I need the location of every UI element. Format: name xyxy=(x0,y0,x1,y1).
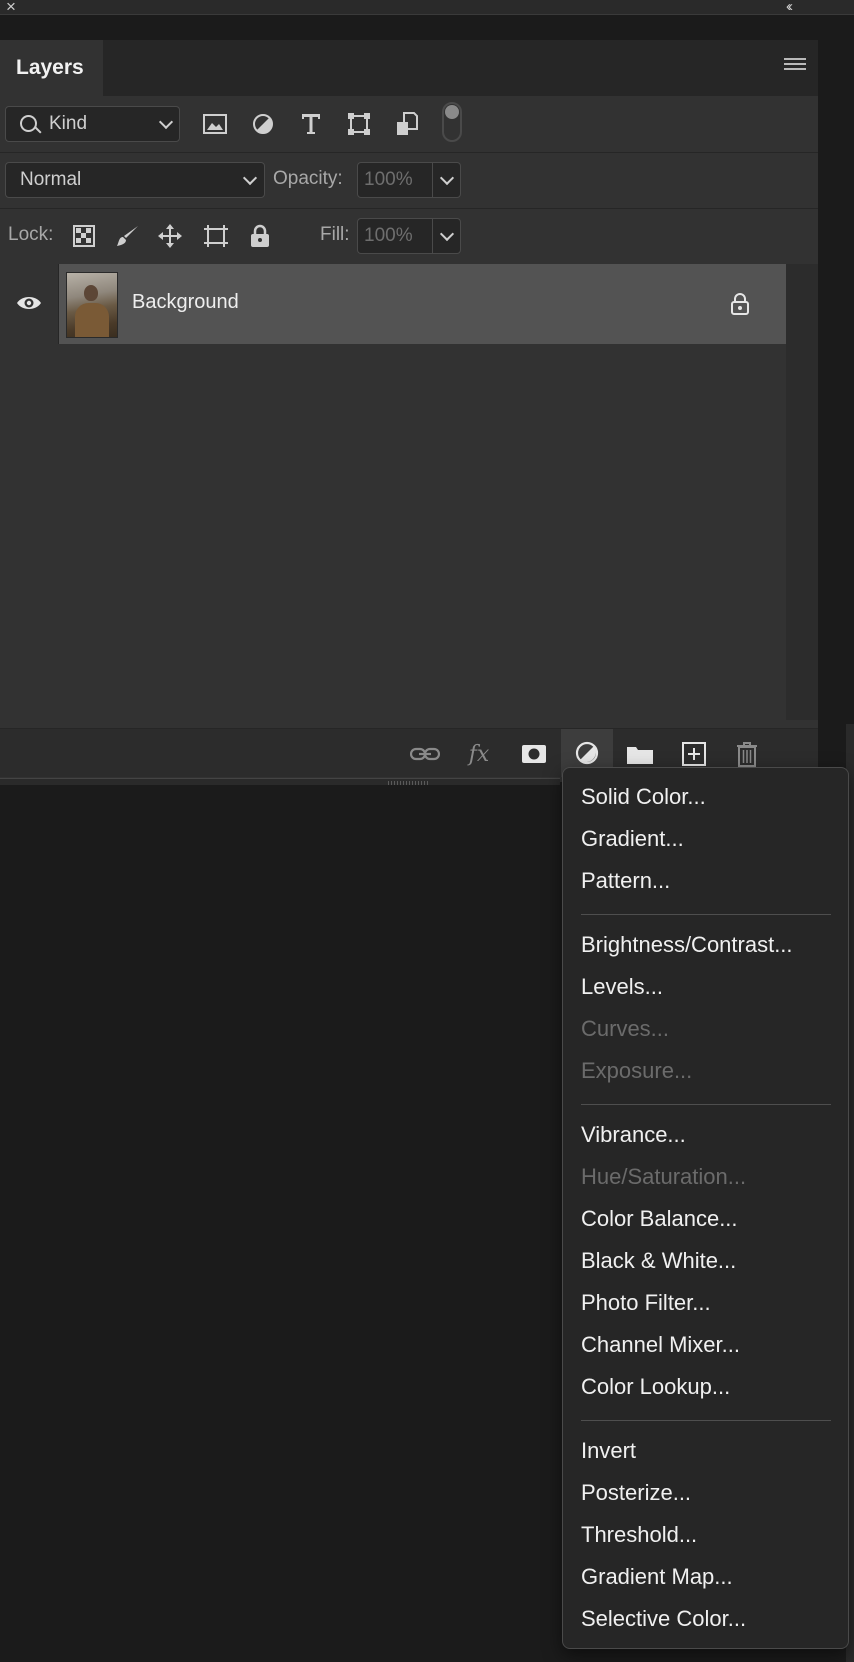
add-mask-icon[interactable] xyxy=(518,739,550,769)
menu-item-black-white[interactable]: Black & White... xyxy=(581,1248,736,1274)
kind-filter-select[interactable]: Kind xyxy=(5,106,180,142)
lock-position-move-icon[interactable] xyxy=(156,222,184,250)
visibility-toggle[interactable] xyxy=(0,264,59,344)
layers-panel: Layers Kind Normal Opacity: 100% Lock: F… xyxy=(0,40,818,782)
menu-item-posterize[interactable]: Posterize... xyxy=(581,1480,691,1506)
menu-item-selective-color[interactable]: Selective Color... xyxy=(581,1606,746,1632)
blend-row: Normal Opacity: 100% xyxy=(0,152,818,209)
chevron-down-icon xyxy=(242,170,258,186)
shape-layer-filter-icon[interactable] xyxy=(345,110,373,138)
layers-scrollbar[interactable] xyxy=(786,264,818,720)
blend-mode-label: Normal xyxy=(20,169,82,190)
menu-item-vibrance[interactable]: Vibrance... xyxy=(581,1122,686,1148)
menu-item-pattern[interactable]: Pattern... xyxy=(581,868,670,894)
fill-field[interactable]: 100% xyxy=(357,218,461,254)
filter-toggle[interactable] xyxy=(442,102,462,142)
adjustment-layer-menu: Solid Color... Gradient... Pattern... Br… xyxy=(562,767,849,1649)
menu-item-threshold[interactable]: Threshold... xyxy=(581,1522,697,1548)
lock-label: Lock: xyxy=(8,224,54,245)
menu-item-brightness-contrast[interactable]: Brightness/Contrast... xyxy=(581,932,793,958)
menu-item-photo-filter[interactable]: Photo Filter... xyxy=(581,1290,711,1316)
new-layer-icon[interactable] xyxy=(678,739,710,769)
menu-item-levels[interactable]: Levels... xyxy=(581,974,663,1000)
filter-row: Kind xyxy=(0,96,818,153)
pixel-layer-filter-icon[interactable] xyxy=(201,110,229,138)
menu-item-exposure: Exposure... xyxy=(581,1058,693,1083)
panel-title-bar: × ‹‹ xyxy=(0,0,854,16)
lock-row: Lock: Fill: 100% xyxy=(0,208,818,265)
menu-item-channel-mixer[interactable]: Channel Mixer... xyxy=(581,1332,740,1358)
close-icon[interactable]: × xyxy=(6,0,16,16)
smart-object-filter-icon[interactable] xyxy=(393,110,421,138)
menu-separator xyxy=(581,1420,831,1421)
fx-icon[interactable]: fx xyxy=(463,739,495,769)
layer-row[interactable]: Background xyxy=(0,264,786,344)
opacity-label: Opacity: xyxy=(273,168,343,189)
menu-item-hue-saturation: Hue/Saturation... xyxy=(581,1164,747,1189)
lock-transparency-icon[interactable] xyxy=(70,222,98,250)
fill-value: 100% xyxy=(364,225,413,246)
chevron-down-icon xyxy=(158,114,174,130)
menu-item-color-lookup[interactable]: Color Lookup... xyxy=(581,1374,730,1400)
lock-artboard-icon[interactable] xyxy=(202,222,230,250)
search-icon xyxy=(20,115,37,132)
tab-layers[interactable]: Layers xyxy=(0,40,103,96)
menu-separator xyxy=(581,1104,831,1105)
layers-list: Background xyxy=(0,264,818,720)
link-layers-icon[interactable] xyxy=(409,739,441,769)
panel-bottom-edge xyxy=(0,778,560,785)
chevron-down-icon[interactable] xyxy=(439,170,455,186)
panel-menu-icon[interactable] xyxy=(784,58,806,74)
layer-name[interactable]: Background xyxy=(132,291,239,314)
collapse-panel-icon[interactable]: ‹‹ xyxy=(786,0,793,16)
menu-item-color-balance[interactable]: Color Balance... xyxy=(581,1206,738,1232)
new-group-icon[interactable] xyxy=(624,739,656,769)
menu-item-gradient[interactable]: Gradient... xyxy=(581,826,684,852)
panel-tab-row: Layers xyxy=(0,40,818,96)
menu-item-curves: Curves... xyxy=(581,1016,670,1041)
type-layer-filter-icon[interactable] xyxy=(297,110,325,138)
opacity-value: 100% xyxy=(364,169,413,190)
eye-icon xyxy=(17,297,41,309)
lock-all-icon[interactable] xyxy=(246,222,274,250)
menu-item-invert[interactable]: Invert xyxy=(581,1438,636,1464)
delete-layer-icon[interactable] xyxy=(731,739,763,769)
chevron-down-icon[interactable] xyxy=(439,226,455,242)
fill-label: Fill: xyxy=(320,224,350,245)
opacity-field[interactable]: 100% xyxy=(357,162,461,198)
kind-filter-label: Kind xyxy=(49,113,88,134)
menu-item-gradient-map[interactable]: Gradient Map... xyxy=(581,1564,733,1590)
menu-separator xyxy=(581,914,831,915)
resize-grip[interactable] xyxy=(388,781,428,785)
menu-item-solid-color[interactable]: Solid Color... xyxy=(581,784,706,810)
lock-pixels-brush-icon[interactable] xyxy=(114,222,142,250)
adjustment-layer-filter-icon[interactable] xyxy=(249,110,277,138)
layer-thumbnail[interactable] xyxy=(66,272,118,338)
blend-mode-select[interactable]: Normal xyxy=(5,162,265,198)
layer-lock-icon[interactable] xyxy=(730,292,750,316)
